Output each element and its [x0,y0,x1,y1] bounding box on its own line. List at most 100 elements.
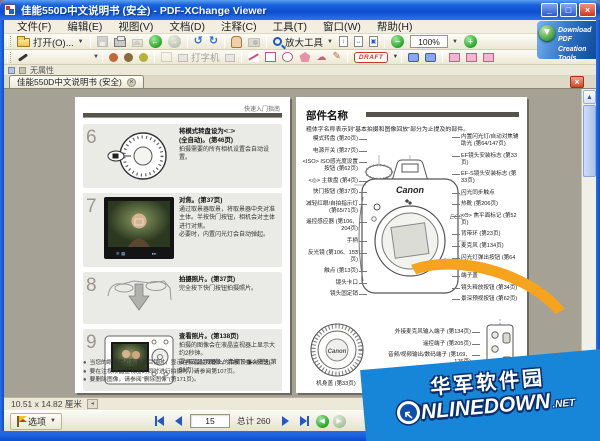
zoom-tool-button[interactable]: 放大工具 ▼ [270,34,336,50]
fit-width-icon: ↔ [354,36,363,47]
open-button[interactable]: 打开(O)... ▼ [14,34,87,50]
fit-visible-icon: ▣ [369,36,378,47]
menu-item[interactable]: 编辑(E) [60,19,109,34]
stamp-tool-button[interactable] [14,50,32,64]
part-label: 减轻红眼/自拍指示灯 (第65/71页) [301,201,367,215]
forward-button[interactable]: → [165,34,184,49]
toolbar-grip[interactable] [7,51,11,63]
polygon-icon [299,52,311,62]
measure-distance-button[interactable] [446,52,463,63]
tab-close-icon[interactable]: × [126,77,136,87]
typewriter-button[interactable]: 打字机 [175,49,223,65]
textbox-tool-button[interactable] [222,51,238,63]
close-document-button[interactable]: × [570,76,584,88]
download-badge-line2: Creation Tools [558,45,587,63]
last-page-button[interactable] [297,414,312,429]
history-back-button[interactable]: ◀ [315,414,329,428]
current-page-input[interactable]: 15 [189,414,230,428]
document-tab[interactable]: 佳能550D中文说明书 (安全) × [9,75,144,88]
fit-visible-button[interactable]: ▣ [366,35,381,48]
checkmark-tool-button[interactable] [136,52,151,63]
textbox-icon [225,54,236,62]
ellipse-icon [282,52,294,62]
line-tool-button[interactable] [245,51,262,63]
options-button[interactable]: 选项 ▼ [10,412,62,430]
rotate-cw-button[interactable]: ↻ [206,34,221,49]
download-globe-icon [539,25,555,41]
rotate-ccw-button[interactable]: ↺ [191,34,206,49]
home-icon [131,39,143,47]
cloud-tool-button[interactable]: ☁ [313,51,329,64]
link-rect-icon [425,52,437,62]
ellipse-tool-button[interactable] [279,51,296,63]
collapse-status-icon[interactable]: ◂ [86,399,98,409]
home-button[interactable] [129,35,146,48]
menu-item[interactable]: 文件(F) [10,19,58,34]
note-tool-button[interactable] [158,51,175,63]
fit-width-button[interactable]: ↔ [351,35,366,48]
zoom-in-button[interactable]: + [461,34,480,49]
properties-icon2[interactable] [19,67,26,74]
snapshot-button[interactable] [245,35,263,48]
hand-tool-button[interactable] [228,35,245,49]
window-title: 佳能550D中文说明书 (安全) - PDF-XChange Viewer [21,4,267,17]
measure-area-button[interactable] [480,52,497,63]
forward-arrow-icon: → [167,35,181,48]
zoom-tool-dropdown-arrow[interactable]: ▼ [327,39,333,45]
part-label: 电源开关 (第27页) [301,148,367,155]
next-page-button[interactable] [278,414,293,429]
menu-item[interactable]: 窗口(W) [316,19,368,34]
zoom-level-combo[interactable]: 100% ▼ [407,34,461,49]
maximize-button[interactable]: □ [560,3,577,17]
download-pdf-badge[interactable]: Download PDF Creation Tools [537,21,597,62]
previous-page-button[interactable] [171,414,186,429]
part-label: 快门按钮 (第37页) [301,189,367,196]
options-dropdown-arrow[interactable]: ▼ [50,418,56,424]
pencil-tool-button[interactable]: ✎ [329,50,343,64]
print-button[interactable] [111,35,129,48]
checkmark-icon [138,52,148,62]
zoom-out-button[interactable]: − [388,34,407,49]
properties-icon[interactable] [8,67,15,74]
save-icon [96,36,108,47]
fit-page-button[interactable]: ↕ [336,35,351,48]
open-dropdown-arrow[interactable]: ▼ [78,39,84,45]
draft-stamp-button[interactable]: DRAFT [351,51,392,64]
sound-tool-button[interactable] [106,52,121,63]
title-bar[interactable]: 佳能550D中文说明书 (安全) - PDF-XChange Viewer _ … [0,0,600,20]
draft-dropdown-arrow[interactable]: ▼ [392,54,398,60]
menu-item[interactable]: 帮助(H) [370,19,420,34]
pdf-page-left: 快速入门指南 6 将模式转盘设为<□> (全自动)。(第46页) 拍摄需要的所有… [75,97,290,393]
step-8: 8 拍摄照片。(第37页) 完全按下快门按钮拍摄照片。 [83,272,282,324]
close-button[interactable]: × [579,3,596,17]
document-tab-bar: 佳能550D中文说明书 (安全) × × [4,75,596,89]
link-rect-tool-button[interactable] [422,52,439,63]
note-text: 要删除图像，请参阅“删除图像”(第171页)。 [89,377,200,384]
typewriter-icon [177,54,188,62]
zoom-level-value[interactable]: 100% [410,35,448,48]
part-label: EF-S镜头安装标志 (第33页) [452,171,522,185]
scrollbar-thumb[interactable] [583,105,596,177]
save-button[interactable] [94,35,111,48]
rectangle-tool-button[interactable] [262,51,279,63]
scroll-up-icon[interactable]: ▲ [583,90,596,104]
stamp-dropdown-arrow[interactable]: ▼ [93,54,99,60]
menu-item[interactable]: 工具(T) [266,19,314,34]
toolbar-grip[interactable] [7,36,11,47]
right-page-title: 部件名称 [306,110,348,122]
back-button[interactable]: ← [146,34,165,49]
menu-item[interactable]: 文档(D) [162,19,212,34]
measure-perimeter-button[interactable] [463,52,480,63]
minimize-button[interactable]: _ [541,3,558,17]
polygon-tool-button[interactable] [296,51,313,63]
first-page-button[interactable] [152,414,167,429]
body-cap-diagram: Canon [308,321,366,384]
part-label: 背带环 (第23页) [452,231,522,238]
menu-item[interactable]: 视图(V) [111,19,160,34]
link-tool-button[interactable] [405,52,422,63]
history-forward-button[interactable]: ▶ [332,414,346,428]
menu-item[interactable]: 注释(C) [214,19,264,34]
zoom-level-dropdown-arrow[interactable]: ▼ [452,39,458,45]
app-window: 佳能550D中文说明书 (安全) - PDF-XChange Viewer _ … [0,0,600,441]
attach-tool-button[interactable] [121,52,136,63]
